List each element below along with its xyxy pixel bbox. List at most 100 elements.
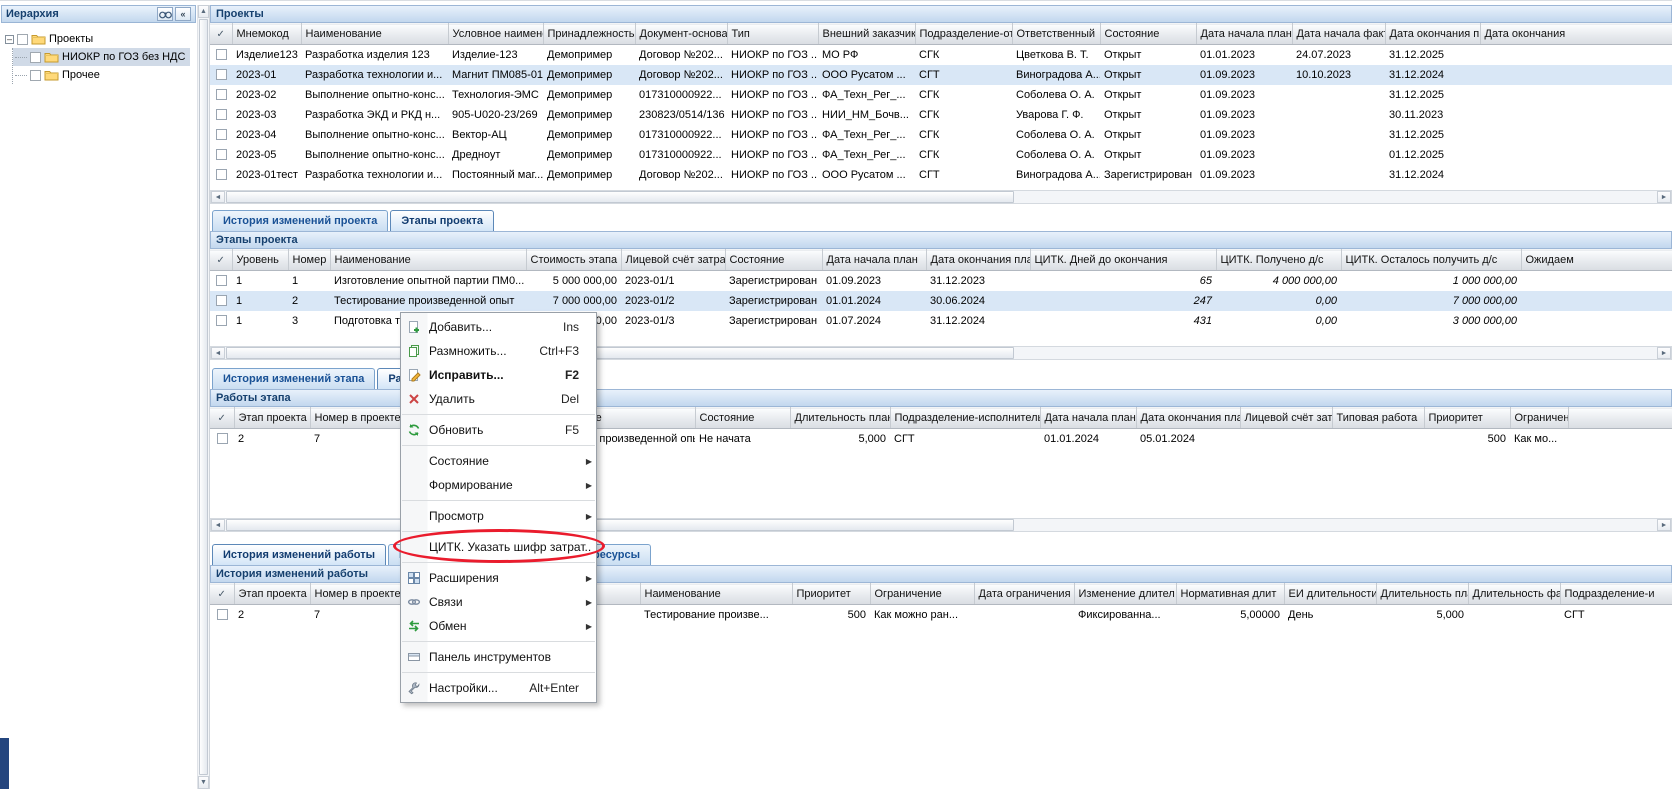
column-header[interactable]: ✓ <box>210 584 234 605</box>
tree-checkbox[interactable] <box>17 34 28 45</box>
cell[interactable]: Не начата <box>695 429 790 449</box>
cell[interactable]: 2 <box>234 429 310 449</box>
cell[interactable]: 2023-04 <box>232 125 301 145</box>
cell[interactable] <box>1480 105 1672 125</box>
row-checkbox[interactable] <box>216 275 227 286</box>
cell[interactable]: 1 <box>232 271 288 291</box>
cell[interactable]: 30.11.2023 <box>1385 105 1480 125</box>
scroll-thumb[interactable] <box>226 519 1014 531</box>
cell[interactable]: 3 <box>288 311 330 331</box>
cell[interactable] <box>1480 145 1672 165</box>
menu-item-forming[interactable]: Формирование ▶ <box>401 473 596 497</box>
scroll-thumb[interactable] <box>199 19 208 775</box>
cell[interactable]: 30.06.2024 <box>926 291 1030 311</box>
cell[interactable]: День <box>1284 605 1376 625</box>
scroll-right-button[interactable]: ► <box>1657 347 1671 359</box>
cell[interactable]: Виноградова А... <box>1012 65 1100 85</box>
cell[interactable]: Открыт <box>1100 105 1196 125</box>
row-checkbox[interactable] <box>216 315 227 326</box>
cell[interactable]: Демопример <box>543 85 635 105</box>
cell[interactable] <box>210 85 232 105</box>
cell[interactable]: 31.12.2025 <box>1385 125 1480 145</box>
cell[interactable]: Демопример <box>543 125 635 145</box>
column-header[interactable]: Номер в проекте <box>310 584 400 605</box>
cell[interactable]: СГТ <box>1560 605 1672 625</box>
cell[interactable]: НИОКР по ГОЗ ... <box>727 145 818 165</box>
cell[interactable]: НИОКР по ГОЗ ... <box>727 105 818 125</box>
tree-node-niokr[interactable]: НИОКР по ГОЗ без НДС <box>13 48 190 66</box>
column-header[interactable]: ✓ <box>210 250 232 271</box>
column-header[interactable]: ЕИ длительности <box>1284 584 1376 605</box>
column-header[interactable]: Условное наименова <box>448 24 543 45</box>
cell[interactable]: Открыт <box>1100 85 1196 105</box>
cell[interactable]: Разработка технологии и... <box>301 65 448 85</box>
column-header[interactable]: Дата ограничения <box>974 584 1074 605</box>
column-header[interactable]: Состояние <box>1100 24 1196 45</box>
column-header[interactable]: Длительность план▼ <box>790 408 890 429</box>
cell[interactable]: 05.01.2024 <box>1136 429 1240 449</box>
cell[interactable] <box>1480 65 1672 85</box>
cell[interactable] <box>1292 125 1385 145</box>
cell[interactable]: СГК <box>915 85 1012 105</box>
cell[interactable]: 2023-01 <box>232 65 301 85</box>
cell[interactable]: СГК <box>915 125 1012 145</box>
column-header[interactable]: Наименование <box>330 250 526 271</box>
row-checkbox[interactable] <box>217 609 228 620</box>
column-header[interactable]: Тип <box>727 24 818 45</box>
cell[interactable]: 2 <box>234 605 310 625</box>
cell[interactable]: Изготовление опытной партии ПМ0... <box>330 271 526 291</box>
cell[interactable]: 1 <box>232 311 288 331</box>
row-checkbox[interactable] <box>216 169 227 180</box>
cell[interactable]: Договор №202... <box>635 165 727 185</box>
column-header[interactable]: Ограничение <box>1510 408 1568 429</box>
scroll-thumb[interactable] <box>226 191 1014 203</box>
cell[interactable]: Открыт <box>1100 145 1196 165</box>
cell[interactable]: НИОКР по ГОЗ ... <box>727 85 818 105</box>
cell[interactable] <box>1480 45 1672 65</box>
cell[interactable]: 31.12.2024 <box>1385 65 1480 85</box>
menu-item-edit[interactable]: Исправить... F2 <box>401 363 596 387</box>
cell[interactable]: 1 <box>232 291 288 311</box>
cell[interactable]: 01.09.2023 <box>1196 165 1292 185</box>
table-row[interactable]: 2023-01тестРазработка технологии и...Пос… <box>210 165 1672 185</box>
cell[interactable]: СГТ <box>890 429 1040 449</box>
cell[interactable] <box>1480 85 1672 105</box>
cell[interactable]: 5,000 <box>790 429 890 449</box>
cell[interactable]: Открыт <box>1100 125 1196 145</box>
cell[interactable]: Цветкова В. Т. <box>1012 45 1100 65</box>
cell[interactable]: Открыт <box>1100 45 1196 65</box>
cell[interactable]: 905-U020-23/269 <box>448 105 543 125</box>
column-header[interactable]: ✓ <box>210 24 232 45</box>
column-header[interactable]: Подразделение-от <box>915 24 1012 45</box>
cell[interactable] <box>1292 165 1385 185</box>
find-button[interactable] <box>157 7 173 21</box>
cell[interactable]: 0,00 <box>1216 291 1341 311</box>
column-header[interactable]: Дата начала план. <box>1040 408 1136 429</box>
cell[interactable]: Договор №202... <box>635 65 727 85</box>
cell[interactable]: Магнит ПМ085-01 <box>448 65 543 85</box>
cell[interactable]: 01.01.2024 <box>822 291 926 311</box>
menu-item-duplicate[interactable]: Размножить... Ctrl+F3 <box>401 339 596 363</box>
column-header[interactable]: Наименование <box>640 584 792 605</box>
cell[interactable]: 2023-01/3 <box>621 311 725 331</box>
column-header[interactable]: Уровень <box>232 250 288 271</box>
scroll-left-button[interactable]: ◄ <box>211 519 225 531</box>
cell[interactable]: 31.12.2024 <box>1385 165 1480 185</box>
cell[interactable]: Соболева О. А. <box>1012 125 1100 145</box>
cell[interactable] <box>210 291 232 311</box>
column-header[interactable]: Дата начала факт <box>1292 24 1385 45</box>
cell[interactable]: Разработка ЭКД и РКД н... <box>301 105 448 125</box>
cell[interactable]: Выполнение опытно-конс... <box>301 125 448 145</box>
cell[interactable]: 01.12.2025 <box>1385 145 1480 165</box>
scroll-down-button[interactable]: ▼ <box>198 776 209 789</box>
column-header[interactable] <box>1568 408 1672 429</box>
cell[interactable]: 2023-05 <box>232 145 301 165</box>
cell[interactable]: 017310000922... <box>635 125 727 145</box>
cell[interactable]: 2 <box>288 291 330 311</box>
cell[interactable]: Демопример <box>543 45 635 65</box>
scroll-right-button[interactable]: ► <box>1657 519 1671 531</box>
cell[interactable]: Открыт <box>1100 65 1196 85</box>
column-header[interactable]: Типовая работа <box>1332 408 1424 429</box>
column-header[interactable]: Дата окончания п <box>1385 24 1480 45</box>
cell[interactable]: Дредноут <box>448 145 543 165</box>
